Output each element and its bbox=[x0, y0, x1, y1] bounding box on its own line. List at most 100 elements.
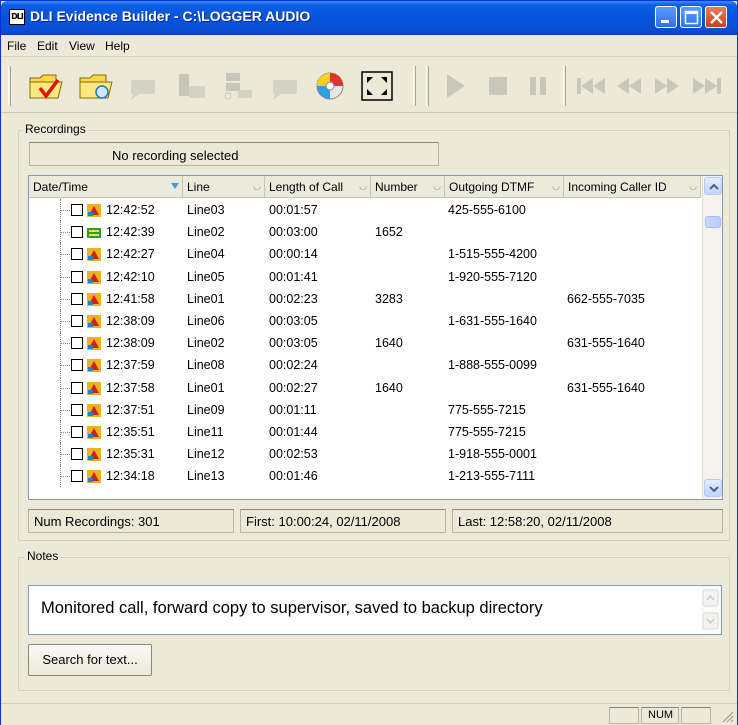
recording-checkbox[interactable] bbox=[71, 315, 83, 327]
column-header-datetime[interactable]: Date/Time bbox=[29, 176, 183, 197]
recording-row[interactable]: 12:37:51 Line09 00:01:11 775-555-7215 bbox=[29, 398, 701, 421]
cell-length: 00:02:23 bbox=[269, 291, 318, 306]
scroll-up-button[interactable] bbox=[704, 177, 722, 195]
scroll-down-button[interactable] bbox=[704, 479, 722, 497]
fullscreen-button[interactable] bbox=[359, 70, 395, 102]
selected-recording-display: No recording selected bbox=[29, 142, 439, 166]
recording-row[interactable]: 12:35:51 Line11 00:01:44 775-555-7215 bbox=[29, 421, 701, 443]
menu-help[interactable]: Help bbox=[105, 39, 130, 53]
recordings-list[interactable]: Date/Time Line ◡ Length of Call ◡ Number ◡ … bbox=[28, 175, 723, 500]
maximize-button[interactable] bbox=[680, 6, 702, 28]
recording-row[interactable]: 12:42:52 Line03 00:01:57 425-555-6100 bbox=[29, 199, 701, 221]
fast-forward-icon bbox=[655, 78, 679, 94]
fast-forward-button[interactable] bbox=[649, 70, 685, 102]
recording-checkbox[interactable] bbox=[71, 270, 83, 283]
rewind-icon bbox=[617, 78, 641, 94]
cell-time: 12:42:10 bbox=[106, 269, 155, 284]
skip-forward-button[interactable] bbox=[689, 70, 725, 102]
scroll-thumb[interactable] bbox=[705, 216, 721, 228]
recording-checkbox[interactable] bbox=[71, 448, 83, 461]
open-folder-button[interactable] bbox=[78, 70, 114, 102]
recording-row[interactable]: 12:35:31 Line12 00:02:53 1-918-555-0001 bbox=[29, 443, 701, 466]
network-button[interactable] bbox=[220, 70, 256, 102]
tree-branch bbox=[61, 365, 70, 367]
burn-cd-button[interactable] bbox=[312, 70, 348, 102]
recording-checkbox[interactable] bbox=[71, 359, 83, 372]
burn-cd-icon bbox=[316, 72, 344, 100]
notes-scrollbar[interactable] bbox=[701, 586, 721, 634]
selected-recording-text: No recording selected bbox=[112, 148, 239, 163]
resize-grip-icon[interactable] bbox=[719, 708, 735, 724]
skip-back-button[interactable] bbox=[573, 70, 609, 102]
tree-branch bbox=[61, 298, 70, 300]
cell-dtmf: 1-918-555-0001 bbox=[448, 447, 537, 462]
column-header-number[interactable]: Number ◡ bbox=[371, 176, 445, 197]
play-button[interactable] bbox=[439, 70, 475, 102]
call-icon bbox=[87, 381, 101, 395]
recording-row[interactable]: 12:37:58 Line01 00:02:27 1640 631-555-1640 bbox=[29, 376, 701, 399]
cell-time: 12:38:09 bbox=[106, 314, 155, 328]
stop-button[interactable] bbox=[481, 70, 517, 102]
recording-checkbox[interactable] bbox=[71, 337, 83, 350]
recording-row[interactable]: 12:41:58 Line01 00:02:23 3283 662-555-7035 bbox=[29, 287, 701, 310]
recording-checkbox[interactable] bbox=[71, 470, 83, 483]
menu-file[interactable]: File bbox=[7, 39, 26, 53]
cell-line: Line08 bbox=[187, 358, 225, 373]
recording-row[interactable]: 12:42:27 Line04 00:00:14 1-515-555-4200 bbox=[29, 243, 701, 266]
column-header-outgoing-dtmf[interactable]: Outgoing DTMF ◡ bbox=[445, 176, 564, 197]
cell-time: 12:35:51 bbox=[106, 425, 155, 439]
recording-row[interactable]: 12:42:10 Line05 00:01:41 1-920-555-7120 bbox=[29, 265, 701, 288]
cell-time: 12:37:58 bbox=[106, 380, 155, 395]
open-checked-folder-button[interactable] bbox=[28, 70, 64, 102]
recording-row[interactable]: 12:38:09 Line06 00:03:05 1-631-555-1640 bbox=[29, 310, 701, 332]
skip-forward-icon bbox=[693, 78, 721, 94]
recording-checkbox[interactable] bbox=[71, 426, 83, 438]
network-icon bbox=[224, 73, 252, 100]
note-button[interactable] bbox=[125, 70, 161, 102]
recording-checkbox[interactable] bbox=[71, 403, 83, 416]
recording-row[interactable]: 12:34:18 Line13 00:01:46 1-213-555-7111 bbox=[29, 465, 701, 488]
column-header-incoming-caller-id[interactable]: Incoming Caller ID ◡ bbox=[564, 176, 701, 197]
recording-row[interactable]: 12:37:59 Line08 00:02:24 1-888-555-0099 bbox=[29, 354, 701, 377]
toolbar-grip[interactable] bbox=[8, 66, 11, 106]
cell-length: 00:03:00 bbox=[269, 225, 318, 240]
recording-checkbox[interactable] bbox=[71, 292, 83, 305]
chevron-up-icon bbox=[709, 183, 719, 190]
recording-checkbox[interactable] bbox=[71, 204, 83, 216]
sort-descending-icon bbox=[171, 183, 179, 189]
cell-dtmf: 775-555-7215 bbox=[448, 402, 526, 417]
cell-number: 1640 bbox=[375, 336, 403, 351]
menu-bar: File Edit View Help bbox=[1, 35, 737, 57]
open-checked-folder-icon bbox=[29, 74, 63, 99]
cell-line: Line13 bbox=[187, 469, 225, 484]
recording-checkbox[interactable] bbox=[71, 226, 83, 239]
cell-line: Line03 bbox=[187, 203, 225, 217]
menu-view[interactable]: View bbox=[69, 39, 95, 53]
notes-textarea[interactable]: Monitored call, forward copy to supervis… bbox=[28, 585, 722, 635]
search-for-text-button[interactable]: Search for text... bbox=[28, 644, 152, 676]
column-header-line[interactable]: Line ◡ bbox=[183, 176, 265, 197]
menu-edit[interactable]: Edit bbox=[37, 39, 58, 53]
comment-button[interactable] bbox=[267, 70, 303, 102]
pause-button[interactable] bbox=[521, 70, 557, 102]
title-bar[interactable]: DLI DLI Evidence Builder - C:\LOGGER AUD… bbox=[1, 1, 737, 35]
cell-dtmf: 1-515-555-4200 bbox=[448, 247, 537, 262]
minimize-button[interactable] bbox=[655, 6, 677, 28]
rewind-button[interactable] bbox=[611, 70, 647, 102]
recordings-scrollbar[interactable] bbox=[702, 176, 722, 499]
recording-row[interactable]: 12:42:39 Line02 00:03:00 1652 bbox=[29, 221, 701, 244]
recording-checkbox[interactable] bbox=[71, 381, 83, 394]
column-header-length[interactable]: Length of Call ◡ bbox=[265, 176, 371, 197]
tree-branch bbox=[61, 387, 70, 389]
cell-line: Line12 bbox=[187, 447, 225, 462]
cell-line: Line06 bbox=[187, 314, 225, 328]
toolbar-grip-2[interactable] bbox=[426, 66, 429, 106]
call-icon bbox=[87, 426, 101, 439]
export-button[interactable] bbox=[175, 70, 211, 102]
close-button[interactable] bbox=[705, 6, 727, 28]
sort-indicator-icon: ◡ bbox=[253, 181, 261, 191]
recording-row[interactable]: 12:38:09 Line02 00:03:05 1640 631-555-1640 bbox=[29, 332, 701, 355]
recording-checkbox[interactable] bbox=[71, 248, 83, 261]
call-icon bbox=[87, 204, 101, 217]
cell-line: Line01 bbox=[187, 291, 225, 306]
